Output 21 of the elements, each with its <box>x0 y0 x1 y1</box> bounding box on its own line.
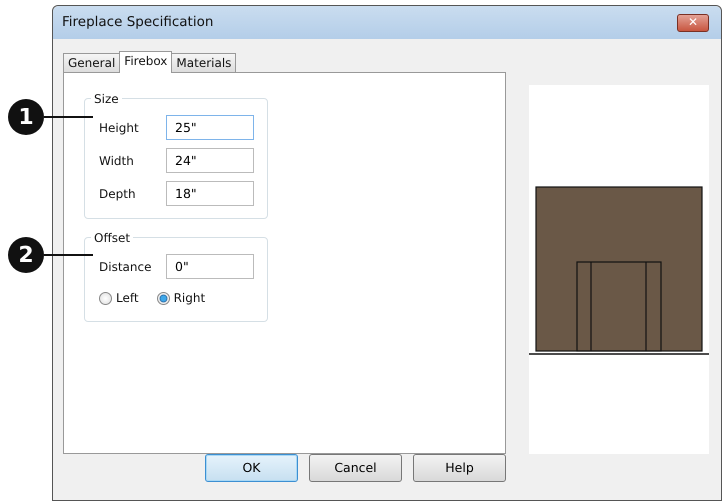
window-title: Fireplace Specification <box>62 13 214 32</box>
input-field[interactable]: 25" <box>166 115 254 140</box>
field-label: Height <box>99 120 140 136</box>
radio-option[interactable]: Left <box>99 289 139 307</box>
tab[interactable]: General <box>63 53 120 72</box>
dialog-button[interactable]: Cancel <box>309 454 402 482</box>
dialog-button[interactable]: Help <box>413 454 506 482</box>
tab[interactable]: Firebox <box>119 51 172 73</box>
input-field[interactable]: 24" <box>166 148 254 173</box>
callout-number: 2 <box>8 237 44 273</box>
input-field[interactable]: 18" <box>166 181 254 206</box>
field-label: Distance <box>99 258 152 276</box>
field-label: Depth <box>99 186 137 202</box>
field-label: Width <box>99 152 135 170</box>
callout-number: 1 <box>8 99 44 135</box>
input-field[interactable]: 0" <box>166 254 254 279</box>
dialog-button[interactable]: OK <box>205 454 298 482</box>
leader-line <box>44 116 93 118</box>
tab[interactable]: Materials <box>171 53 236 72</box>
leader-line <box>44 254 93 256</box>
radio-option[interactable]: Right <box>156 289 206 307</box>
